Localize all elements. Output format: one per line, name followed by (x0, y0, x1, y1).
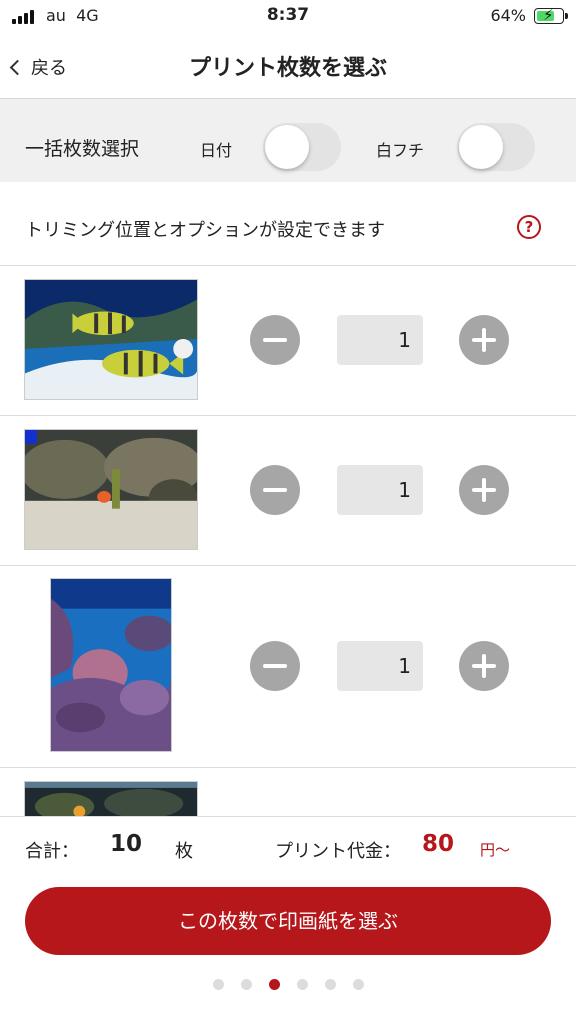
total-count: 10 (110, 831, 143, 857)
bulk-selection-bar: 一括枚数選択 日付 白フチ (0, 98, 576, 182)
photo-row: 1 (0, 416, 576, 566)
decrease-quantity-button[interactable] (250, 465, 300, 515)
choose-paper-button[interactable]: この枚数で印画紙を選ぶ (25, 887, 551, 955)
page-dot (352, 979, 364, 990)
photo-thumbnail[interactable] (50, 578, 172, 752)
toggle-knob (265, 125, 309, 169)
price-value: 80 (422, 831, 455, 857)
photo-thumbnail[interactable] (24, 429, 198, 550)
white-border-toggle[interactable] (457, 123, 535, 171)
charging-bolt-icon: ⚡ (543, 6, 554, 24)
total-unit: 枚 (175, 841, 193, 862)
photo-row: 1 (0, 566, 576, 768)
date-label: 日付 (200, 141, 233, 160)
toggle-knob (459, 125, 503, 169)
summary-footer: 合計： 10 枚 プリント代金： 80 円〜 この枚数で印画紙を選ぶ (0, 816, 576, 1024)
battery-icon: ⚡ (534, 6, 568, 24)
increase-quantity-button[interactable] (459, 465, 509, 515)
status-bar: au 4G 8:37 64% ⚡ (0, 0, 576, 32)
page-indicator (0, 979, 576, 990)
photo-thumbnail[interactable] (24, 279, 198, 400)
page-dot (240, 979, 252, 990)
page-dot-active (268, 979, 280, 990)
price-label: プリント代金： (275, 841, 401, 862)
options-info-text: トリミング位置とオプションが設定できます (25, 220, 385, 241)
options-info-row: トリミング位置とオプションが設定できます ? (0, 182, 576, 266)
battery-percent: 64% (490, 6, 526, 25)
date-toggle[interactable] (263, 123, 341, 171)
decrease-quantity-button[interactable] (250, 641, 300, 691)
bulk-quantity-label: 一括枚数選択 (25, 138, 140, 160)
price-unit: 円〜 (480, 841, 511, 859)
quantity-field[interactable]: 1 (337, 641, 423, 691)
navigation-bar: 戻る プリント枚数を選ぶ (0, 32, 576, 98)
page-title: プリント枚数を選ぶ (188, 56, 387, 81)
border-label: 白フチ (376, 141, 425, 160)
total-label: 合計： (25, 841, 79, 862)
page-dot (324, 979, 336, 990)
page-dot (296, 979, 308, 990)
increase-quantity-button[interactable] (459, 315, 509, 365)
quantity-field[interactable]: 1 (337, 465, 423, 515)
decrease-quantity-button[interactable] (250, 315, 300, 365)
help-icon[interactable]: ? (517, 215, 541, 239)
quantity-field[interactable]: 1 (337, 315, 423, 365)
photo-row: 1 (0, 266, 576, 416)
increase-quantity-button[interactable] (459, 641, 509, 691)
page-dot (212, 979, 224, 990)
